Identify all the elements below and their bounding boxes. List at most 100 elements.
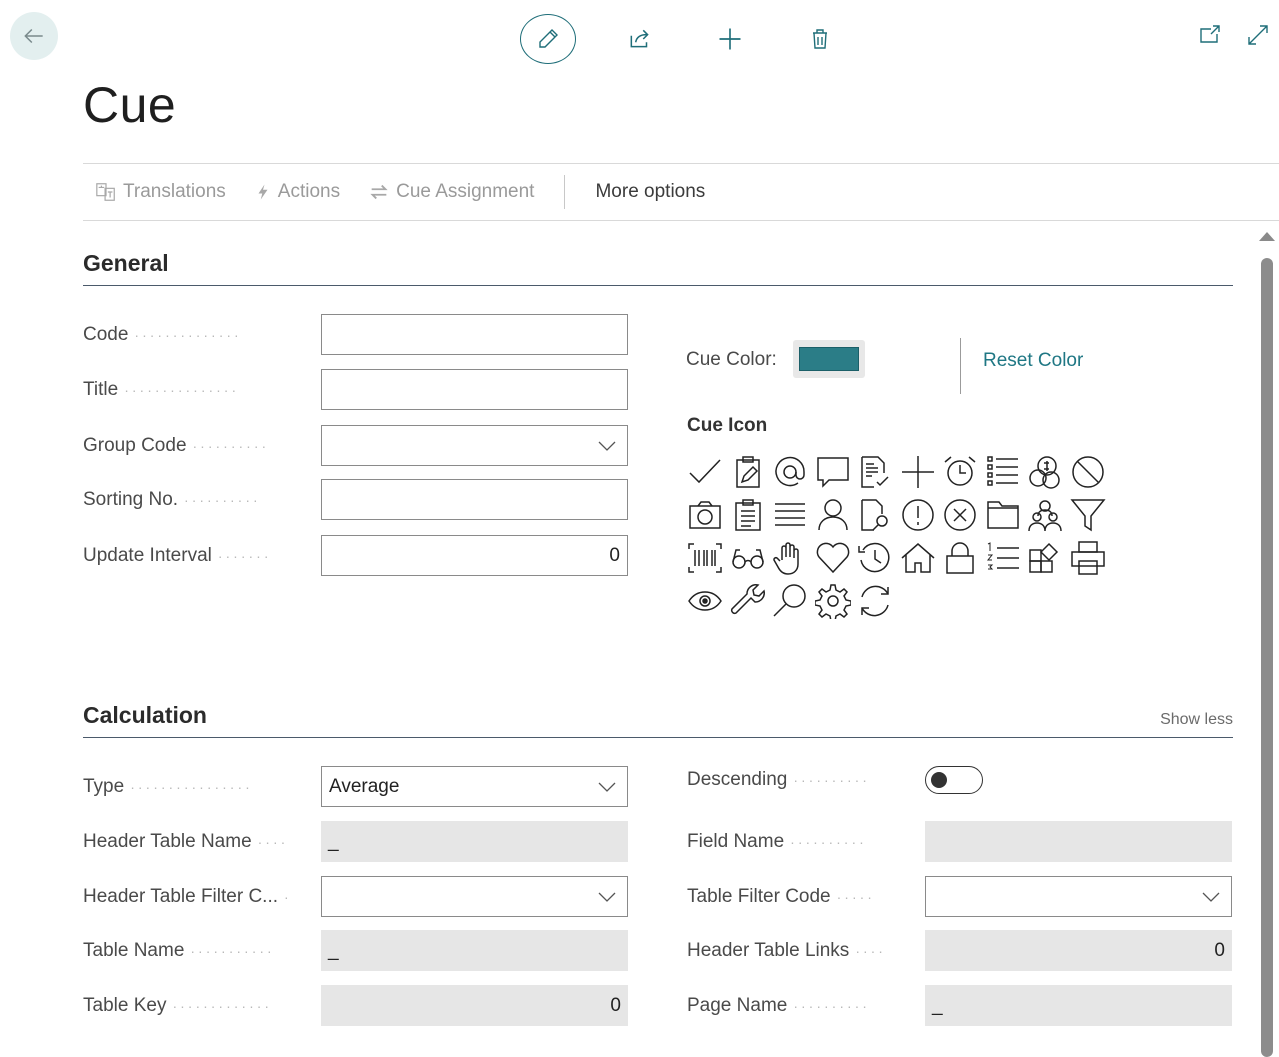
translations-label: Translations <box>123 181 226 202</box>
alarm-clock-icon[interactable] <box>939 450 982 493</box>
code-label: Code ·············· <box>83 323 242 345</box>
update-interval-input[interactable]: 0 <box>321 535 628 576</box>
sorting-no-input[interactable] <box>321 479 628 520</box>
document-search-icon[interactable] <box>854 493 897 536</box>
share-button[interactable] <box>612 17 668 61</box>
header-table-name-field-row: Header Table Name ···· _ <box>83 821 628 862</box>
action-bar: Translations Actions Cue Assignment More… <box>83 163 1279 221</box>
print-icon[interactable] <box>1067 536 1110 579</box>
chevron-down-icon <box>598 441 616 451</box>
history-icon[interactable] <box>854 536 897 579</box>
cancel-circle-icon[interactable] <box>939 493 982 536</box>
title-input[interactable] <box>321 369 628 410</box>
camera-icon[interactable] <box>684 493 727 536</box>
folder-icon[interactable] <box>982 493 1025 536</box>
header-table-filter-code-field-row: Header Table Filter C... · <box>83 876 628 917</box>
lock-icon[interactable] <box>939 536 982 579</box>
reset-color-link[interactable]: Reset Color <box>983 350 1083 372</box>
scrollbar-thumb[interactable] <box>1261 258 1273 1057</box>
table-filter-code-select[interactable] <box>925 876 1232 917</box>
general-section-header[interactable]: General <box>83 250 1233 286</box>
heart-icon[interactable] <box>812 536 855 579</box>
header-table-name-label: Header Table Name ···· <box>83 830 289 852</box>
top-toolbar <box>520 14 882 64</box>
table-filter-code-label: Table Filter Code ····· <box>687 885 875 907</box>
block-icon[interactable] <box>1067 450 1110 493</box>
refresh-icon[interactable] <box>854 579 897 622</box>
add-apps-icon[interactable] <box>1024 536 1067 579</box>
comment-icon[interactable] <box>812 450 855 493</box>
chevron-down-icon <box>598 782 616 792</box>
table-key-label: Table Key ············· <box>83 994 273 1016</box>
expand-button[interactable] <box>1243 20 1273 50</box>
chevron-down-icon <box>1202 892 1220 902</box>
plus-icon[interactable] <box>897 450 940 493</box>
wrench-icon[interactable] <box>727 579 770 622</box>
type-label: Type ················ <box>83 775 253 797</box>
expand-icon <box>1248 25 1268 45</box>
header-table-links-value: 0 <box>925 930 1232 971</box>
general-section-title: General <box>83 250 169 276</box>
actions-button[interactable]: Actions <box>254 181 340 203</box>
type-select[interactable]: Average <box>321 766 628 807</box>
window-controls <box>1195 20 1273 50</box>
cue-assignment-button[interactable]: Cue Assignment <box>368 181 534 203</box>
table-key-value: 0 <box>321 985 628 1026</box>
update-interval-field-row: Update Interval ······· 0 <box>83 535 628 576</box>
group-code-field-row: Group Code ·········· <box>83 425 628 466</box>
header-table-links-field-row: Header Table Links ···· 0 <box>687 930 1232 971</box>
arrow-left-icon <box>24 28 43 44</box>
show-less-link[interactable]: Show less <box>1160 711 1233 729</box>
trash-icon <box>813 29 827 49</box>
people-icon[interactable] <box>1024 493 1067 536</box>
translations-button[interactable]: Translations <box>95 181 226 203</box>
header-table-filter-code-select[interactable] <box>321 876 628 917</box>
magnifier-icon[interactable] <box>769 579 812 622</box>
code-input[interactable] <box>321 314 628 355</box>
descending-toggle[interactable] <box>925 766 983 794</box>
cue-color-label: Cue Color: <box>686 349 777 370</box>
update-interval-label: Update Interval ······· <box>83 544 272 566</box>
eye-icon[interactable] <box>684 579 727 622</box>
table-name-label: Table Name ··········· <box>83 939 275 961</box>
filter-icon[interactable] <box>1067 493 1110 536</box>
document-check-icon[interactable] <box>854 450 897 493</box>
open-new-window-button[interactable] <box>1195 20 1225 50</box>
lines-icon[interactable] <box>769 493 812 536</box>
settings-icon[interactable] <box>812 579 855 622</box>
home-icon[interactable] <box>897 536 940 579</box>
checkmark-icon[interactable] <box>684 450 727 493</box>
numbered-list-icon[interactable] <box>982 536 1025 579</box>
at-sign-icon[interactable] <box>769 450 812 493</box>
actions-label: Actions <box>277 181 341 202</box>
coins-icon[interactable] <box>1024 450 1067 493</box>
glasses-icon[interactable] <box>727 536 770 579</box>
more-options-button[interactable]: More options <box>595 181 705 203</box>
field-name-value <box>925 821 1232 862</box>
back-button[interactable] <box>10 12 58 60</box>
warning-circle-icon[interactable] <box>897 493 940 536</box>
group-code-select[interactable] <box>321 425 628 466</box>
share-icon <box>630 29 649 48</box>
page-name-field-row: Page Name ·········· _ <box>687 985 1232 1026</box>
scroll-up-arrow[interactable] <box>1259 232 1275 241</box>
field-name-field-row: Field Name ·········· <box>687 821 1232 862</box>
new-button[interactable] <box>702 17 758 61</box>
clipboard-edit-icon[interactable] <box>727 450 770 493</box>
bulleted-list-icon[interactable] <box>982 450 1025 493</box>
descending-label: Descending ·········· <box>687 769 870 790</box>
page-name-label: Page Name ·········· <box>687 994 870 1016</box>
edit-button[interactable] <box>520 14 576 64</box>
cue-color-picker[interactable] <box>793 340 865 378</box>
hand-icon[interactable] <box>769 536 812 579</box>
color-divider <box>960 338 961 394</box>
swap-arrows-icon <box>370 184 388 200</box>
sorting-no-field-row: Sorting No. ·········· <box>83 479 628 520</box>
cue-icon-title: Cue Icon <box>687 415 768 436</box>
clipboard-icon[interactable] <box>727 493 770 536</box>
title-field-row: Title ··············· <box>83 369 628 410</box>
barcode-icon[interactable] <box>684 536 727 579</box>
person-icon[interactable] <box>812 493 855 536</box>
delete-button[interactable] <box>792 17 848 61</box>
calculation-section-header[interactable]: Calculation Show less <box>83 702 1233 738</box>
